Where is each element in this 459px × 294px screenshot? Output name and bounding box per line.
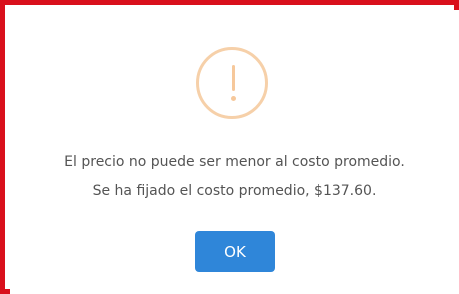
exclamation-dot [231, 96, 236, 101]
ok-button[interactable]: OK [195, 231, 275, 272]
highlight-frame: El precio no puede ser menor al costo pr… [0, 0, 459, 294]
alert-message-line-2: Se ha fijado el costo promedio, $137.60. [92, 183, 377, 199]
warning-exclamation-icon [196, 47, 268, 119]
exclamation-bar [232, 65, 235, 91]
alert-message-line-1: El precio no puede ser menor al costo pr… [64, 154, 405, 170]
alert-dialog: El precio no puede ser menor al costo pr… [10, 10, 459, 294]
